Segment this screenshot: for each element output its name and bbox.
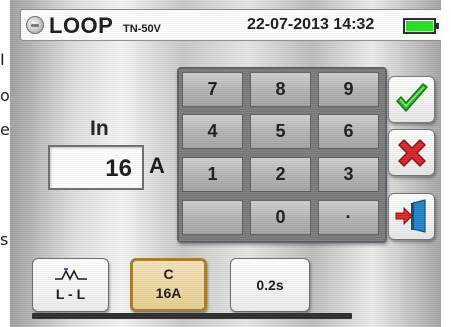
edge-text-1: I	[0, 50, 5, 69]
battery-level	[406, 21, 433, 31]
battery-icon	[403, 18, 439, 34]
in-value-field[interactable]: 16	[48, 145, 144, 190]
in-value: 16	[105, 155, 132, 182]
app-title: LOOP	[49, 13, 114, 38]
system-mode: TN-50V	[123, 23, 161, 35]
key-2[interactable]: 2	[250, 157, 311, 192]
date-time: 22-07-2013 14:32	[247, 16, 375, 33]
exit-door-icon	[395, 199, 426, 233]
key-0[interactable]: 0	[250, 200, 311, 235]
curve-type-label: C	[163, 266, 174, 282]
cancel-button[interactable]	[388, 129, 435, 176]
exit-button[interactable]	[388, 193, 435, 240]
in-unit: A	[149, 153, 165, 178]
edge-text-3: e	[0, 120, 10, 139]
key-3[interactable]: 3	[318, 157, 379, 192]
loop-mode-label: L - L	[55, 286, 86, 302]
key-9[interactable]: 9	[318, 72, 379, 107]
key-6[interactable]: 6	[318, 114, 379, 149]
key-5[interactable]: 5	[250, 114, 311, 149]
edge-text-4: s	[0, 230, 9, 249]
curve-current-label: 16A	[155, 285, 182, 301]
key-blank[interactable]	[182, 200, 243, 235]
instrument-screen: LOOP TN-50V 22-07-2013 14:32 In 16 A 7 8…	[10, 0, 441, 327]
check-icon	[396, 83, 428, 112]
key-decimal[interactable]: ·	[318, 200, 379, 235]
key-1[interactable]: 1	[182, 157, 243, 192]
loop-wave-icon	[55, 268, 87, 281]
trip-time-label: 0.2s	[256, 277, 284, 293]
edge-text-2: o	[0, 86, 10, 105]
curve-rating-button[interactable]: C 16A	[130, 258, 207, 312]
header-bar: LOOP TN-50V 22-07-2013 14:32	[20, 9, 441, 41]
key-4[interactable]: 4	[182, 114, 243, 149]
trip-time-button[interactable]: 0.2s	[230, 258, 310, 312]
key-7[interactable]: 7	[182, 72, 243, 107]
loop-function-icon	[26, 16, 44, 34]
button-shelf	[32, 313, 352, 319]
loop-mode-button[interactable]: L - L	[32, 258, 109, 312]
numeric-keypad: 7 8 9 4 5 6 1 2 3 0 ·	[177, 67, 387, 243]
x-icon	[398, 139, 426, 167]
key-8[interactable]: 8	[250, 72, 311, 107]
confirm-button[interactable]	[388, 76, 435, 123]
in-field-label: In	[90, 117, 109, 140]
